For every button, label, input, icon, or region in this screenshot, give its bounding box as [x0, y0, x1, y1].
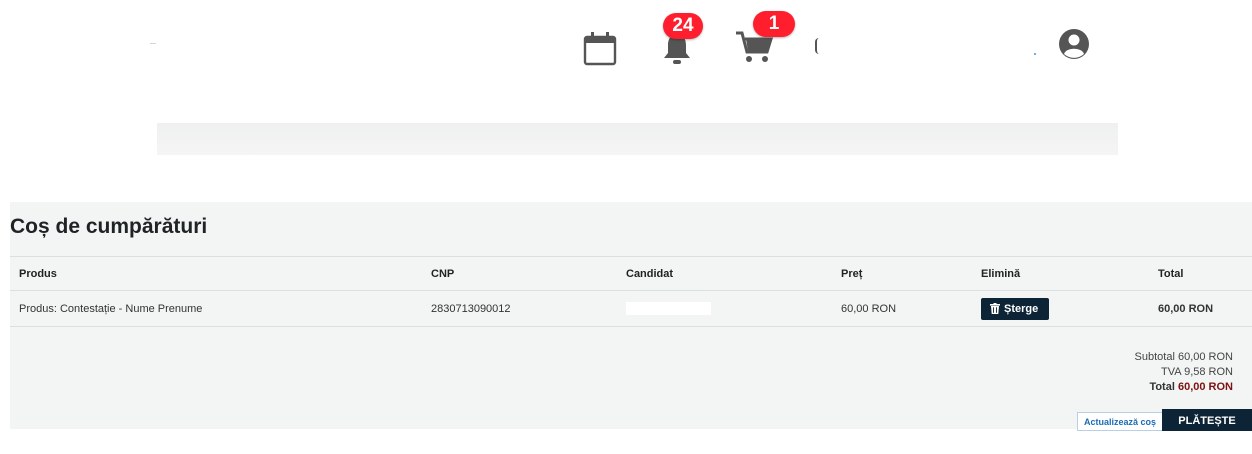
calendar-icon	[583, 32, 617, 66]
subtotal-value: 60,00 RON	[1177, 351, 1233, 363]
delete-button-label: Șterge	[1004, 302, 1039, 315]
secondary-bar	[157, 123, 1118, 155]
cell-elimina: Șterge	[972, 290, 1149, 327]
column-header-pret: Preț	[832, 256, 972, 291]
page-title: Coș de cumpărături	[10, 215, 208, 238]
column-header-total: Total	[1149, 256, 1252, 291]
cell-cnp: 2830713090012	[422, 290, 617, 327]
cart-table: Produs CNP Candidat Preț Elimină Total P…	[10, 256, 1252, 327]
cell-produs: Produs: Contestație - Nume Prenume	[10, 290, 422, 327]
update-cart-button[interactable]: Actualizează coș	[1077, 412, 1164, 431]
column-header-cnp: CNP	[422, 256, 617, 291]
subtotal-label: Subtotal	[1134, 351, 1175, 363]
table-row: Produs: Contestație - Nume Prenume 28307…	[10, 290, 1252, 327]
cell-total: 60,00 RON	[1149, 290, 1252, 327]
candidat-value	[626, 302, 711, 315]
top-navigation-bar: 24 1	[0, 0, 1252, 110]
user-profile-button[interactable]	[1058, 28, 1090, 60]
calendar-button[interactable]	[583, 30, 619, 66]
tva-line: TVA 9,58 RON	[1135, 365, 1233, 380]
subtotal-line: Subtotal 60,00 RON	[1135, 350, 1233, 365]
user-name-fragment	[815, 38, 820, 54]
column-header-candidat: Candidat	[617, 256, 832, 291]
status-dot	[1034, 53, 1036, 55]
logo-placeholder	[150, 43, 156, 44]
total-label: Total	[1149, 381, 1175, 393]
total-line: Total 60,00 RON	[1135, 380, 1233, 395]
cart-badge: 1	[753, 11, 795, 37]
total-value: 60,00 RON	[1177, 381, 1233, 393]
notifications-badge: 24	[663, 13, 703, 39]
cell-candidat	[617, 290, 832, 327]
shopping-cart-panel: Coș de cumpărături Produs CNP Candidat P…	[10, 202, 1252, 449]
tva-value: 9,58 RON	[1184, 366, 1233, 378]
column-header-produs: Produs	[10, 256, 422, 291]
trash-icon	[990, 303, 1000, 314]
cell-pret: 60,00 RON	[832, 290, 972, 327]
delete-item-button[interactable]: Șterge	[981, 297, 1050, 320]
table-header-row: Produs CNP Candidat Preț Elimină Total	[10, 256, 1252, 291]
tva-label: TVA	[1161, 366, 1182, 378]
pay-here-button[interactable]: PLĂTEȘTE AICI	[1162, 409, 1252, 449]
user-circle-icon	[1059, 29, 1089, 59]
column-header-elimina: Elimină	[972, 256, 1149, 291]
cart-summary: Subtotal 60,00 RON TVA 9,58 RON Total 60…	[1135, 350, 1233, 395]
